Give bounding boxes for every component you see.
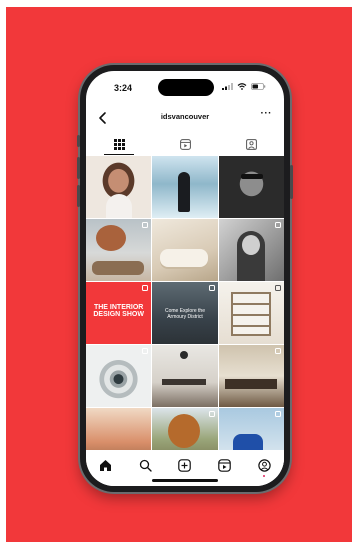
status-icons (222, 83, 266, 90)
reel-badge-icon (275, 285, 281, 291)
nav-search[interactable] (137, 457, 153, 473)
phone-frame: 3:24 idsvancouver ··· THE INTERIOR DESIG… (77, 65, 293, 492)
power-button (290, 165, 293, 199)
reel-badge-icon (142, 285, 149, 291)
post-text: THE INTERIOR DESIGN SHOW (93, 304, 144, 319)
grid-post[interactable] (152, 219, 218, 281)
post-subject (241, 235, 260, 255)
reel-badge-icon (208, 411, 215, 417)
post-subject (168, 414, 201, 448)
reel-badge-icon (275, 348, 281, 354)
battery-icon (251, 83, 266, 90)
reel-badge-icon (142, 222, 149, 228)
reel-badge-icon (275, 222, 281, 228)
grid-post[interactable] (86, 345, 152, 407)
grid-post[interactable] (86, 219, 152, 281)
post-text: Come Explore the Armoury District (164, 308, 205, 320)
post-subject (240, 174, 263, 179)
nav-home[interactable] (98, 457, 114, 473)
post-subject (160, 249, 209, 267)
grid-post[interactable] (218, 156, 284, 218)
post-subject (224, 379, 277, 389)
post-subject (178, 172, 191, 212)
wifi-icon (237, 83, 247, 90)
grid-post[interactable] (218, 345, 284, 407)
grid-post[interactable] (152, 156, 218, 218)
reels-icon (218, 458, 231, 472)
grid-icon (113, 138, 125, 150)
posts-grid: THE INTERIOR DESIGN SHOW Come Explore th… (86, 156, 284, 470)
reels-icon (179, 138, 191, 150)
notification-dot (263, 475, 266, 477)
profile-username: idsvancouver (160, 112, 210, 121)
volume-up-button (77, 157, 80, 179)
post-subject (230, 292, 271, 336)
mute-switch (77, 135, 80, 147)
tagged-user-icon (245, 138, 257, 150)
nav-profile[interactable] (256, 457, 272, 477)
home-indicator (152, 479, 218, 482)
reel-badge-icon (275, 411, 281, 417)
add-post-icon (178, 458, 192, 472)
profile-tabs (86, 133, 284, 155)
phone-screen: 3:24 idsvancouver ··· THE INTERIOR DESIG… (86, 71, 284, 486)
post-subject (92, 261, 144, 275)
status-time: 3:24 (114, 83, 133, 93)
more-options-button[interactable]: ··· (261, 108, 273, 119)
home-icon (100, 459, 112, 471)
volume-down-button (77, 185, 80, 207)
search-icon (139, 459, 152, 472)
nav-reels[interactable] (217, 457, 233, 473)
post-subject (96, 225, 126, 251)
profile-icon (257, 458, 271, 472)
reel-badge-icon (208, 285, 215, 291)
grid-post[interactable] (218, 219, 284, 281)
post-subject (162, 379, 207, 385)
grid-post[interactable]: THE INTERIOR DESIGN SHOW (86, 282, 152, 344)
dynamic-island (158, 79, 214, 96)
tab-posts-grid[interactable] (86, 133, 152, 155)
grid-post[interactable] (152, 345, 218, 407)
grid-post[interactable] (218, 282, 284, 344)
grid-post[interactable]: Come Explore the Armoury District (152, 282, 218, 344)
status-bar: 3:24 (86, 71, 284, 109)
signal-icon (222, 83, 233, 90)
nav-create[interactable] (177, 457, 193, 473)
grid-post[interactable] (86, 156, 152, 218)
post-subject (106, 194, 132, 218)
tab-tagged[interactable] (218, 133, 284, 155)
post-subject (180, 351, 189, 359)
profile-header: idsvancouver ··· (86, 108, 284, 128)
tab-reels[interactable] (152, 133, 218, 155)
reel-badge-icon (142, 348, 149, 354)
